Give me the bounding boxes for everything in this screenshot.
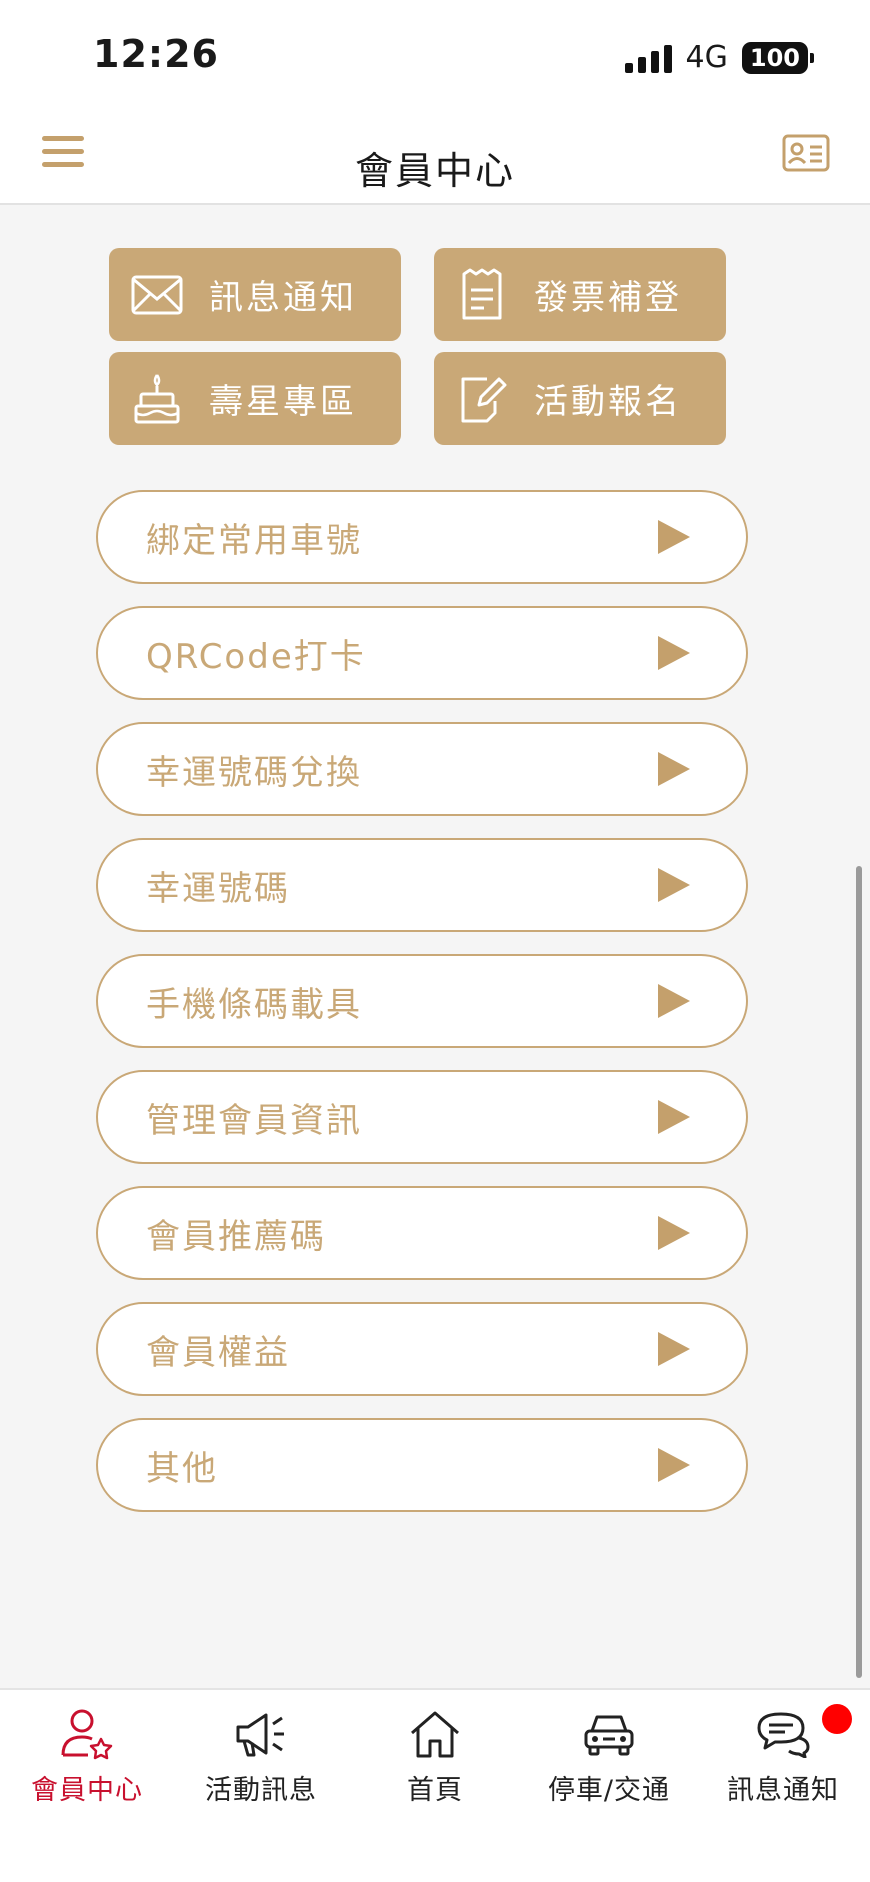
menu-item-manage-member-info[interactable]: 管理會員資訊 [96, 1070, 748, 1164]
play-arrow-icon [658, 868, 690, 902]
tab-home[interactable]: 首頁 [348, 1690, 522, 1820]
menu-item-member-benefits[interactable]: 會員權益 [96, 1302, 748, 1396]
event-signup-button[interactable]: 活動報名 [434, 352, 726, 445]
app-header: 會員中心 [0, 110, 870, 205]
quick-action-label: 活動報名 [534, 382, 682, 422]
home-icon [407, 1706, 463, 1762]
menu-item-label: 幸運號碼兌換 [146, 752, 362, 793]
play-arrow-icon [658, 520, 690, 554]
play-arrow-icon [658, 1332, 690, 1366]
play-arrow-icon [658, 636, 690, 670]
network-type: 4G [685, 40, 728, 75]
quick-action-label: 發票補登 [534, 278, 682, 318]
status-indicators: 4G 100 [624, 40, 814, 75]
megaphone-icon [233, 1706, 289, 1762]
quick-action-label: 壽星專區 [209, 382, 357, 422]
play-arrow-icon [658, 1100, 690, 1134]
status-time: 12:26 [93, 32, 219, 76]
menu-item-others[interactable]: 其他 [96, 1418, 748, 1512]
play-arrow-icon [658, 1448, 690, 1482]
battery-level: 100 [741, 41, 808, 74]
menu-item-mobile-barcode[interactable]: 手機條碼載具 [96, 954, 748, 1048]
menu-item-label: 幸運號碼 [146, 868, 290, 909]
menu-item-lucky-number[interactable]: 幸運號碼 [96, 838, 748, 932]
menu-item-label: 手機條碼載具 [146, 984, 362, 1025]
receipt-icon [454, 267, 510, 323]
member-star-icon [59, 1706, 115, 1762]
tab-member-center[interactable]: 會員中心 [0, 1690, 174, 1820]
play-arrow-icon [658, 752, 690, 786]
envelope-icon [129, 267, 185, 323]
play-arrow-icon [658, 984, 690, 1018]
car-icon [581, 1706, 637, 1762]
tab-label: 停車/交通 [547, 1775, 671, 1806]
tab-label: 會員中心 [31, 1775, 143, 1806]
status-bar: 12:26 4G 100 [0, 0, 870, 110]
message-notice-button[interactable]: 訊息通知 [109, 248, 401, 341]
menu-item-bind-plate[interactable]: 綁定常用車號 [96, 490, 748, 584]
menu-item-lucky-number-redeem[interactable]: 幸運號碼兌換 [96, 722, 748, 816]
menu-item-label: QRCode打卡 [146, 636, 366, 677]
tab-label: 首頁 [407, 1775, 463, 1806]
menu-item-label: 會員推薦碼 [146, 1216, 326, 1257]
tab-message-notice[interactable]: 訊息通知 [696, 1690, 870, 1820]
play-arrow-icon [658, 1216, 690, 1250]
birthday-cake-icon [129, 371, 185, 427]
tab-label: 訊息通知 [727, 1775, 839, 1806]
tab-label: 活動訊息 [205, 1775, 317, 1806]
menu-item-qrcode-checkin[interactable]: QRCode打卡 [96, 606, 748, 700]
tab-event-news[interactable]: 活動訊息 [174, 1690, 348, 1820]
page-title: 會員中心 [354, 149, 515, 193]
menu-item-label: 會員權益 [146, 1332, 290, 1373]
menu-item-label: 其他 [146, 1448, 218, 1489]
chat-bubbles-icon [755, 1706, 811, 1762]
tab-parking-traffic[interactable]: 停車/交通 [522, 1690, 696, 1820]
battery-icon: 100 [741, 41, 814, 74]
scrollbar[interactable] [856, 866, 862, 1678]
menu-item-label: 管理會員資訊 [146, 1100, 362, 1141]
menu-item-label: 綁定常用車號 [146, 520, 362, 561]
member-card-icon[interactable] [782, 134, 830, 174]
notification-badge [822, 1704, 852, 1734]
birthday-zone-button[interactable]: 壽星專區 [109, 352, 401, 445]
invoice-register-button[interactable]: 發票補登 [434, 248, 726, 341]
menu-item-referral-code[interactable]: 會員推薦碼 [96, 1186, 748, 1280]
edit-form-icon [454, 371, 510, 427]
signal-icon [624, 43, 672, 73]
bottom-tab-bar: 會員中心 活動訊息 首頁 停車/交通 訊息通知 [0, 1688, 870, 1882]
quick-action-label: 訊息通知 [209, 278, 357, 318]
